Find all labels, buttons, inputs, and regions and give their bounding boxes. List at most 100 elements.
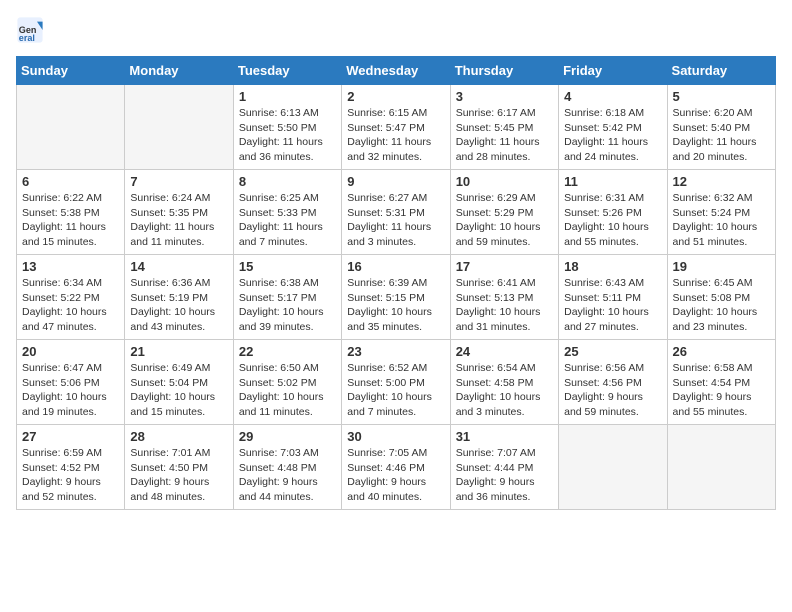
day-number: 23 [347,344,444,359]
day-number: 14 [130,259,227,274]
calendar-cell: 3 Sunrise: 6:17 AM Sunset: 5:45 PM Daylig… [450,85,558,170]
calendar-cell: 27 Sunrise: 6:59 AM Sunset: 4:52 PM Dayli… [17,425,125,510]
calendar-cell: 29 Sunrise: 7:03 AM Sunset: 4:48 PM Dayli… [233,425,341,510]
day-number: 10 [456,174,553,189]
calendar-cell: 24 Sunrise: 6:54 AM Sunset: 4:58 PM Dayli… [450,340,558,425]
cell-content: Sunrise: 6:20 AM Sunset: 5:40 PM Dayligh… [673,106,770,165]
day-number: 31 [456,429,553,444]
week-row-1: 6 Sunrise: 6:22 AM Sunset: 5:38 PM Daylig… [17,170,776,255]
day-number: 26 [673,344,770,359]
cell-content: Sunrise: 6:41 AM Sunset: 5:13 PM Dayligh… [456,276,553,335]
calendar-cell: 14 Sunrise: 6:36 AM Sunset: 5:19 PM Dayli… [125,255,233,340]
calendar-cell: 4 Sunrise: 6:18 AM Sunset: 5:42 PM Daylig… [559,85,667,170]
cell-content: Sunrise: 6:32 AM Sunset: 5:24 PM Dayligh… [673,191,770,250]
cell-content: Sunrise: 6:45 AM Sunset: 5:08 PM Dayligh… [673,276,770,335]
cell-content: Sunrise: 6:39 AM Sunset: 5:15 PM Dayligh… [347,276,444,335]
cell-content: Sunrise: 6:27 AM Sunset: 5:31 PM Dayligh… [347,191,444,250]
day-number: 13 [22,259,119,274]
calendar-cell: 5 Sunrise: 6:20 AM Sunset: 5:40 PM Daylig… [667,85,775,170]
cell-content: Sunrise: 7:07 AM Sunset: 4:44 PM Dayligh… [456,446,553,505]
day-number: 4 [564,89,661,104]
cell-content: Sunrise: 6:13 AM Sunset: 5:50 PM Dayligh… [239,106,336,165]
calendar-cell: 19 Sunrise: 6:45 AM Sunset: 5:08 PM Dayli… [667,255,775,340]
cell-content: Sunrise: 6:24 AM Sunset: 5:35 PM Dayligh… [130,191,227,250]
cell-content: Sunrise: 6:29 AM Sunset: 5:29 PM Dayligh… [456,191,553,250]
calendar-cell: 26 Sunrise: 6:58 AM Sunset: 4:54 PM Dayli… [667,340,775,425]
cell-content: Sunrise: 7:01 AM Sunset: 4:50 PM Dayligh… [130,446,227,505]
calendar-cell: 23 Sunrise: 6:52 AM Sunset: 5:00 PM Dayli… [342,340,450,425]
day-number: 19 [673,259,770,274]
calendar-cell: 17 Sunrise: 6:41 AM Sunset: 5:13 PM Dayli… [450,255,558,340]
day-number: 28 [130,429,227,444]
cell-content: Sunrise: 6:34 AM Sunset: 5:22 PM Dayligh… [22,276,119,335]
week-row-3: 20 Sunrise: 6:47 AM Sunset: 5:06 PM Dayli… [17,340,776,425]
calendar-cell: 11Sunrise: 6:31 AM Sunset: 5:26 PM Dayli… [559,170,667,255]
calendar-cell: 22 Sunrise: 6:50 AM Sunset: 5:02 PM Dayli… [233,340,341,425]
day-number: 20 [22,344,119,359]
week-row-0: 1 Sunrise: 6:13 AM Sunset: 5:50 PM Daylig… [17,85,776,170]
calendar-cell: 28 Sunrise: 7:01 AM Sunset: 4:50 PM Dayli… [125,425,233,510]
week-row-2: 13 Sunrise: 6:34 AM Sunset: 5:22 PM Dayli… [17,255,776,340]
cell-content: Sunrise: 6:43 AM Sunset: 5:11 PM Dayligh… [564,276,661,335]
cell-content: Sunrise: 7:03 AM Sunset: 4:48 PM Dayligh… [239,446,336,505]
day-number: 1 [239,89,336,104]
cell-content: Sunrise: 6:56 AM Sunset: 4:56 PM Dayligh… [564,361,661,420]
cell-content: Sunrise: 6:31 AM Sunset: 5:26 PM Dayligh… [564,191,661,250]
week-row-4: 27 Sunrise: 6:59 AM Sunset: 4:52 PM Dayli… [17,425,776,510]
day-number: 8 [239,174,336,189]
calendar-cell: 21 Sunrise: 6:49 AM Sunset: 5:04 PM Dayli… [125,340,233,425]
calendar-cell: 16 Sunrise: 6:39 AM Sunset: 5:15 PM Dayli… [342,255,450,340]
cell-content: Sunrise: 6:17 AM Sunset: 5:45 PM Dayligh… [456,106,553,165]
day-number: 5 [673,89,770,104]
day-number: 27 [22,429,119,444]
day-number: 25 [564,344,661,359]
day-header-thursday: Thursday [450,57,558,85]
day-number: 18 [564,259,661,274]
cell-content: Sunrise: 6:18 AM Sunset: 5:42 PM Dayligh… [564,106,661,165]
day-number: 17 [456,259,553,274]
calendar-cell: 20 Sunrise: 6:47 AM Sunset: 5:06 PM Dayli… [17,340,125,425]
cell-content: Sunrise: 6:38 AM Sunset: 5:17 PM Dayligh… [239,276,336,335]
calendar-cell: 9Sunrise: 6:27 AM Sunset: 5:31 PM Daylig… [342,170,450,255]
cell-content: Sunrise: 6:50 AM Sunset: 5:02 PM Dayligh… [239,361,336,420]
cell-content: Sunrise: 6:58 AM Sunset: 4:54 PM Dayligh… [673,361,770,420]
cell-content: Sunrise: 6:52 AM Sunset: 5:00 PM Dayligh… [347,361,444,420]
day-number: 22 [239,344,336,359]
calendar-cell: 2 Sunrise: 6:15 AM Sunset: 5:47 PM Daylig… [342,85,450,170]
day-header-friday: Friday [559,57,667,85]
svg-text:eral: eral [19,33,35,43]
cell-content: Sunrise: 6:36 AM Sunset: 5:19 PM Dayligh… [130,276,227,335]
day-number: 2 [347,89,444,104]
day-number: 29 [239,429,336,444]
calendar-cell: 10 Sunrise: 6:29 AM Sunset: 5:29 PM Dayli… [450,170,558,255]
day-header-monday: Monday [125,57,233,85]
day-number: 3 [456,89,553,104]
calendar-cell: 25 Sunrise: 6:56 AM Sunset: 4:56 PM Dayli… [559,340,667,425]
calendar-cell: 13 Sunrise: 6:34 AM Sunset: 5:22 PM Dayli… [17,255,125,340]
day-number: 7 [130,174,227,189]
cell-content: Sunrise: 6:22 AM Sunset: 5:38 PM Dayligh… [22,191,119,250]
day-header-sunday: Sunday [17,57,125,85]
day-header-wednesday: Wednesday [342,57,450,85]
cell-content: Sunrise: 6:25 AM Sunset: 5:33 PM Dayligh… [239,191,336,250]
day-number: 16 [347,259,444,274]
page-header: Gen eral [16,16,776,44]
day-number: 21 [130,344,227,359]
calendar-cell [125,85,233,170]
cell-content: Sunrise: 6:47 AM Sunset: 5:06 PM Dayligh… [22,361,119,420]
cell-content: Sunrise: 6:15 AM Sunset: 5:47 PM Dayligh… [347,106,444,165]
day-number: 24 [456,344,553,359]
day-number: 6 [22,174,119,189]
calendar-cell [17,85,125,170]
logo-icon: Gen eral [16,16,44,44]
cell-content: Sunrise: 6:59 AM Sunset: 4:52 PM Dayligh… [22,446,119,505]
day-header-tuesday: Tuesday [233,57,341,85]
day-header-saturday: Saturday [667,57,775,85]
calendar-cell: 30Sunrise: 7:05 AM Sunset: 4:46 PM Dayli… [342,425,450,510]
cell-content: Sunrise: 6:49 AM Sunset: 5:04 PM Dayligh… [130,361,227,420]
calendar-cell [667,425,775,510]
calendar-table: SundayMondayTuesdayWednesdayThursdayFrid… [16,56,776,510]
cell-content: Sunrise: 6:54 AM Sunset: 4:58 PM Dayligh… [456,361,553,420]
day-number: 30 [347,429,444,444]
logo: Gen eral [16,16,48,44]
